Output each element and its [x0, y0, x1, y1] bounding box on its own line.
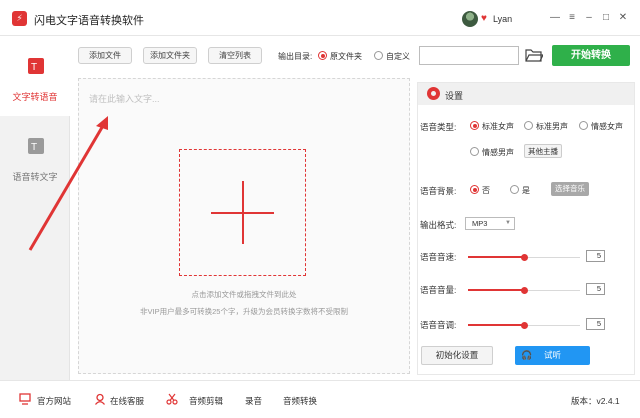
- support-link[interactable]: 在线客服: [110, 395, 144, 407]
- format-label: 输出格式:: [420, 220, 457, 230]
- settings-header: 设置: [418, 83, 634, 105]
- voice-radio-emotional-female[interactable]: [579, 121, 588, 130]
- record-link[interactable]: 录音: [245, 395, 262, 407]
- footer: 官方网站 在线客服 音频剪辑 录音 音频转换 版本：v2.4.1: [0, 380, 640, 418]
- speed-slider[interactable]: [468, 256, 524, 258]
- voice-type-label: 语音类型:: [420, 122, 457, 132]
- gear-icon: [427, 87, 440, 100]
- website-link[interactable]: 官方网站: [37, 395, 71, 407]
- audio-convert-link[interactable]: 音频转换: [283, 395, 317, 407]
- background-yes-radio[interactable]: [510, 185, 519, 194]
- background-yes-label: 是: [522, 186, 530, 195]
- pitch-slider[interactable]: [468, 324, 524, 326]
- preview-listen-button[interactable]: 🎧 试听: [515, 346, 590, 365]
- volume-label: 语音音量:: [420, 285, 457, 295]
- volume-value[interactable]: 5: [586, 283, 605, 295]
- scissors-icon: [166, 393, 178, 405]
- reset-settings-button[interactable]: 初始化设置: [421, 346, 493, 365]
- slider-thumb[interactable]: [521, 321, 528, 329]
- listen-label: 试听: [543, 350, 561, 360]
- website-icon: [19, 393, 31, 405]
- voice-label-standard-female: 标准女声: [482, 122, 514, 131]
- headphones-icon: 🎧: [521, 350, 533, 360]
- voice-label-emotional-female: 情感女声: [591, 122, 623, 131]
- speed-value[interactable]: 5: [586, 250, 605, 262]
- voice-radio-standard-female[interactable]: [470, 121, 479, 130]
- slider-rest: [524, 324, 580, 326]
- voice-label-emotional-male: 情感男声: [482, 148, 514, 157]
- background-no-radio[interactable]: [470, 185, 479, 194]
- background-label: 语音背景:: [420, 186, 457, 196]
- choose-music-button[interactable]: 选择音乐: [551, 182, 589, 196]
- voice-radio-standard-male[interactable]: [524, 121, 533, 130]
- other-anchor-button[interactable]: 其他主播: [524, 144, 562, 158]
- settings-panel: 设置 语音类型: 标准女声 标准男声 情感女声 情感男声 其他主播 语音背景: …: [417, 82, 635, 375]
- slider-thumb[interactable]: [521, 286, 528, 294]
- pitch-value[interactable]: 5: [586, 318, 605, 330]
- speed-label: 语音音速:: [420, 252, 457, 262]
- settings-title: 设置: [445, 91, 464, 101]
- format-select[interactable]: MP3: [465, 217, 515, 230]
- background-no-label: 否: [482, 186, 490, 195]
- volume-slider[interactable]: [468, 289, 524, 291]
- pitch-label: 语音音调:: [420, 320, 457, 330]
- slider-rest: [524, 289, 580, 291]
- audio-cut-link[interactable]: 音频剪辑: [189, 395, 223, 407]
- version-label: 版本：v2.4.1: [571, 396, 620, 406]
- support-icon: [94, 393, 106, 405]
- slider-thumb[interactable]: [521, 253, 528, 261]
- slider-rest: [524, 256, 580, 258]
- voice-radio-emotional-male[interactable]: [470, 147, 479, 156]
- voice-label-standard-male: 标准男声: [536, 122, 568, 131]
